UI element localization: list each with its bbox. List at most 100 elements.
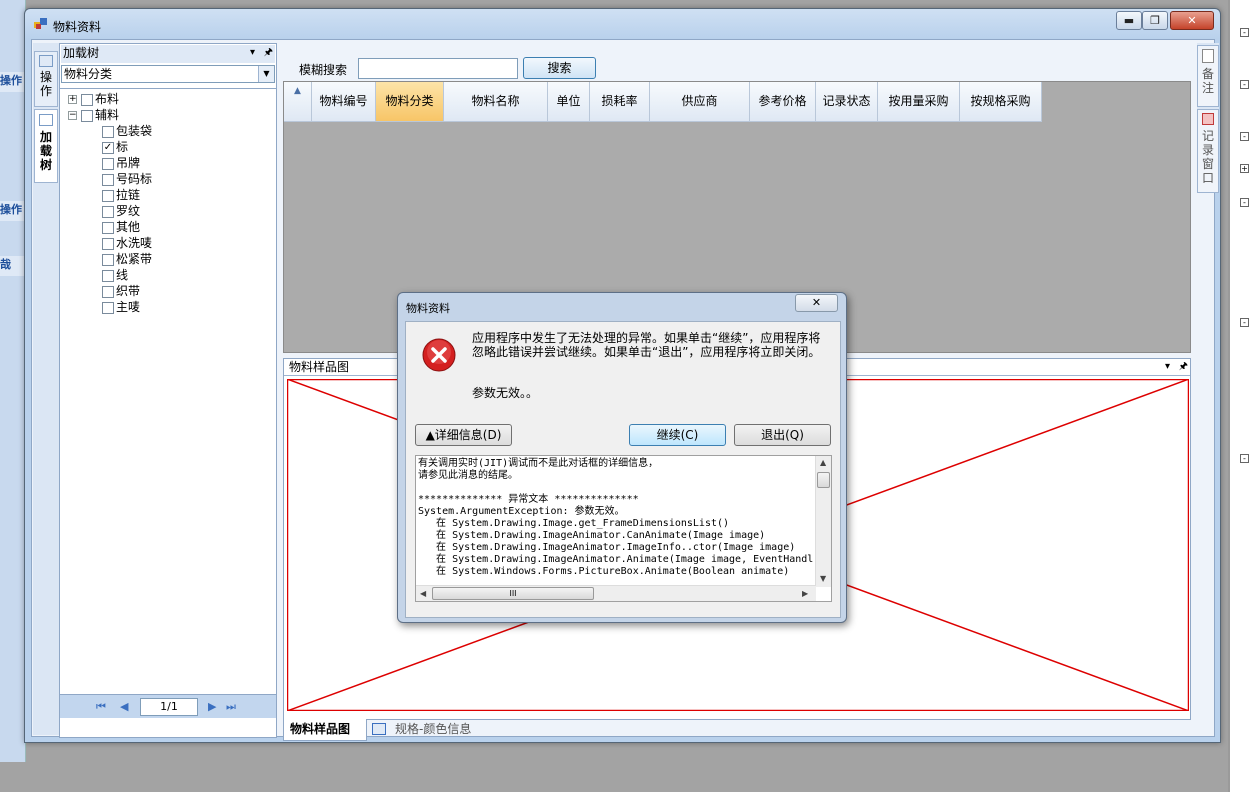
tree-node-label: 主唛 xyxy=(116,300,141,314)
search-label: 模糊搜索 xyxy=(299,63,348,77)
category-tree: + 布料 − 辅料 包装袋 ✓ 标 吊牌 号码标 拉链 罗纹 其他 水洗唛 松紧带 线… xyxy=(60,88,276,709)
search-button[interactable]: 搜索 xyxy=(523,57,596,79)
category-select[interactable]: 物料分类 ▼ xyxy=(61,65,275,83)
tab-spec-color[interactable]: 规格-颜色信息 xyxy=(389,719,477,741)
checkbox[interactable] xyxy=(102,253,114,266)
pager: ⏮ ◀ 1/1 ▶ ⏭ xyxy=(60,694,276,718)
expand-icon[interactable]: + xyxy=(68,95,77,104)
record-icon xyxy=(1202,113,1214,125)
checkbox[interactable] xyxy=(81,93,93,106)
quit-button[interactable]: 退出(Q) xyxy=(734,424,831,446)
vertical-scrollbar[interactable]: ▲ ▼ xyxy=(815,456,831,587)
checkbox[interactable] xyxy=(102,173,114,186)
collapse-icon[interactable]: - xyxy=(1240,132,1249,141)
tree-node[interactable]: 其他 xyxy=(102,219,140,235)
dropdown-arrow-icon[interactable]: ▾ xyxy=(250,45,255,61)
column-header[interactable]: 物料编号 xyxy=(312,82,376,122)
tree-node[interactable]: 包装袋 xyxy=(102,123,152,139)
prev-page-icon[interactable]: ◀ xyxy=(120,700,128,713)
checkbox[interactable] xyxy=(102,189,114,202)
tree-node[interactable]: 松紧带 xyxy=(102,251,152,267)
scroll-thumb[interactable]: III xyxy=(432,587,594,600)
column-header[interactable]: 供应商 xyxy=(650,82,750,122)
collapse-icon[interactable]: - xyxy=(1240,318,1249,327)
maximize-button[interactable]: ❐ xyxy=(1142,11,1168,30)
column-header[interactable]: 单位 xyxy=(548,82,590,122)
checkbox[interactable] xyxy=(102,221,114,234)
first-page-icon[interactable]: ⏮ xyxy=(96,700,106,714)
chevron-down-icon[interactable]: ▼ xyxy=(258,66,274,82)
expand-icon[interactable]: + xyxy=(1240,164,1249,173)
checkbox-checked[interactable]: ✓ xyxy=(102,141,114,154)
tree-node-label: 号码标 xyxy=(116,172,153,186)
collapse-icon[interactable]: - xyxy=(1240,198,1249,207)
sort-icon[interactable]: ▲ xyxy=(284,82,312,122)
checkbox[interactable] xyxy=(102,269,114,282)
details-button[interactable]: ▲详细信息(D) xyxy=(415,424,512,446)
tab-load-tree[interactable]: 加载树 xyxy=(34,109,58,183)
operation-icon xyxy=(39,55,53,67)
next-page-icon[interactable]: ▶ xyxy=(208,700,216,713)
tab-operation[interactable]: 操作 xyxy=(34,51,58,107)
column-header[interactable]: 损耗率 xyxy=(590,82,650,122)
tree-node[interactable]: 罗纹 xyxy=(102,203,140,219)
last-page-icon[interactable]: ⏭ xyxy=(226,700,236,714)
collapse-icon[interactable]: - xyxy=(1240,28,1249,37)
pin-icon[interactable]: 🖈 xyxy=(264,45,273,61)
scroll-right-icon[interactable]: ▶ xyxy=(802,589,808,598)
dialog-close-button[interactable]: ✕ xyxy=(795,294,838,312)
tree-node[interactable]: 织带 xyxy=(102,283,140,299)
scroll-down-icon[interactable]: ▼ xyxy=(820,574,826,583)
tab-record-window[interactable]: 记录窗口 xyxy=(1197,109,1219,193)
tab-sample-picture[interactable]: 物料样品图 xyxy=(283,719,367,741)
checkbox[interactable] xyxy=(102,157,114,170)
checkbox[interactable] xyxy=(102,125,114,138)
dropdown-arrow-icon[interactable]: ▾ xyxy=(1165,359,1170,375)
app-icon xyxy=(34,18,47,29)
column-header[interactable]: 按用量采购 xyxy=(878,82,960,122)
checkbox[interactable] xyxy=(102,301,114,314)
column-header-selected[interactable]: 物料分类 xyxy=(376,82,444,122)
tree-node[interactable]: ✓ 标 xyxy=(102,139,128,155)
bottom-tab-strip: 物料样品图 规格-颜色信息 xyxy=(283,719,1191,741)
pin-icon[interactable]: 🖈 xyxy=(1179,359,1188,375)
table-icon xyxy=(372,723,386,735)
background-label: 操作 xyxy=(0,72,26,92)
background-label: 操作 xyxy=(0,201,26,221)
column-header[interactable]: 按规格采购 xyxy=(960,82,1042,122)
collapse-icon[interactable]: - xyxy=(1240,454,1249,463)
tree-node[interactable]: 线 xyxy=(102,267,128,283)
horizontal-scrollbar[interactable]: ◀ III ▶ xyxy=(416,585,816,601)
tree-node[interactable]: 水洗唛 xyxy=(102,235,152,251)
scroll-thumb[interactable] xyxy=(817,472,830,488)
window-titlebar[interactable]: 物料资料 ▬ ❐ ✕ xyxy=(25,9,1220,39)
column-header[interactable]: 参考价格 xyxy=(750,82,816,122)
tree-node[interactable]: 拉链 xyxy=(102,187,140,203)
scroll-up-icon[interactable]: ▲ xyxy=(820,458,826,467)
minimize-button[interactable]: ▬ xyxy=(1116,11,1142,30)
search-input[interactable] xyxy=(358,58,518,79)
checkbox[interactable] xyxy=(102,205,114,218)
tree-node[interactable]: 主唛 xyxy=(102,299,140,315)
exception-details-text[interactable]: 有关调用实时(JIT)调试而不是此对话框的详细信息， 请参见此消息的结尾。 **… xyxy=(415,455,832,602)
collapse-icon[interactable]: − xyxy=(68,111,77,120)
grid-header: ▲ 物料编号 物料分类 物料名称 单位 损耗率 供应商 参考价格 记录状态 按用… xyxy=(284,82,1042,122)
tab-record-window-label: 记录窗口 xyxy=(1201,129,1214,185)
tree-node-label: 拉链 xyxy=(116,188,141,202)
column-header[interactable]: 物料名称 xyxy=(444,82,548,122)
tree-node[interactable]: 号码标 xyxy=(102,171,152,187)
continue-button[interactable]: 继续(C) xyxy=(629,424,726,446)
checkbox[interactable] xyxy=(81,109,93,122)
column-header[interactable]: 记录状态 xyxy=(816,82,878,122)
close-button[interactable]: ✕ xyxy=(1170,11,1214,30)
tree-node[interactable]: − 辅料 xyxy=(68,107,119,123)
tab-remarks[interactable]: 备注 xyxy=(1197,45,1219,107)
checkbox[interactable] xyxy=(102,237,114,250)
tree-node[interactable]: + 布料 xyxy=(68,91,119,107)
scroll-left-icon[interactable]: ◀ xyxy=(420,589,426,598)
collapse-icon[interactable]: - xyxy=(1240,80,1249,89)
tree-node[interactable]: 吊牌 xyxy=(102,155,140,171)
page-indicator[interactable]: 1/1 xyxy=(140,698,198,716)
checkbox[interactable] xyxy=(102,285,114,298)
tree-node-label: 松紧带 xyxy=(116,252,153,266)
